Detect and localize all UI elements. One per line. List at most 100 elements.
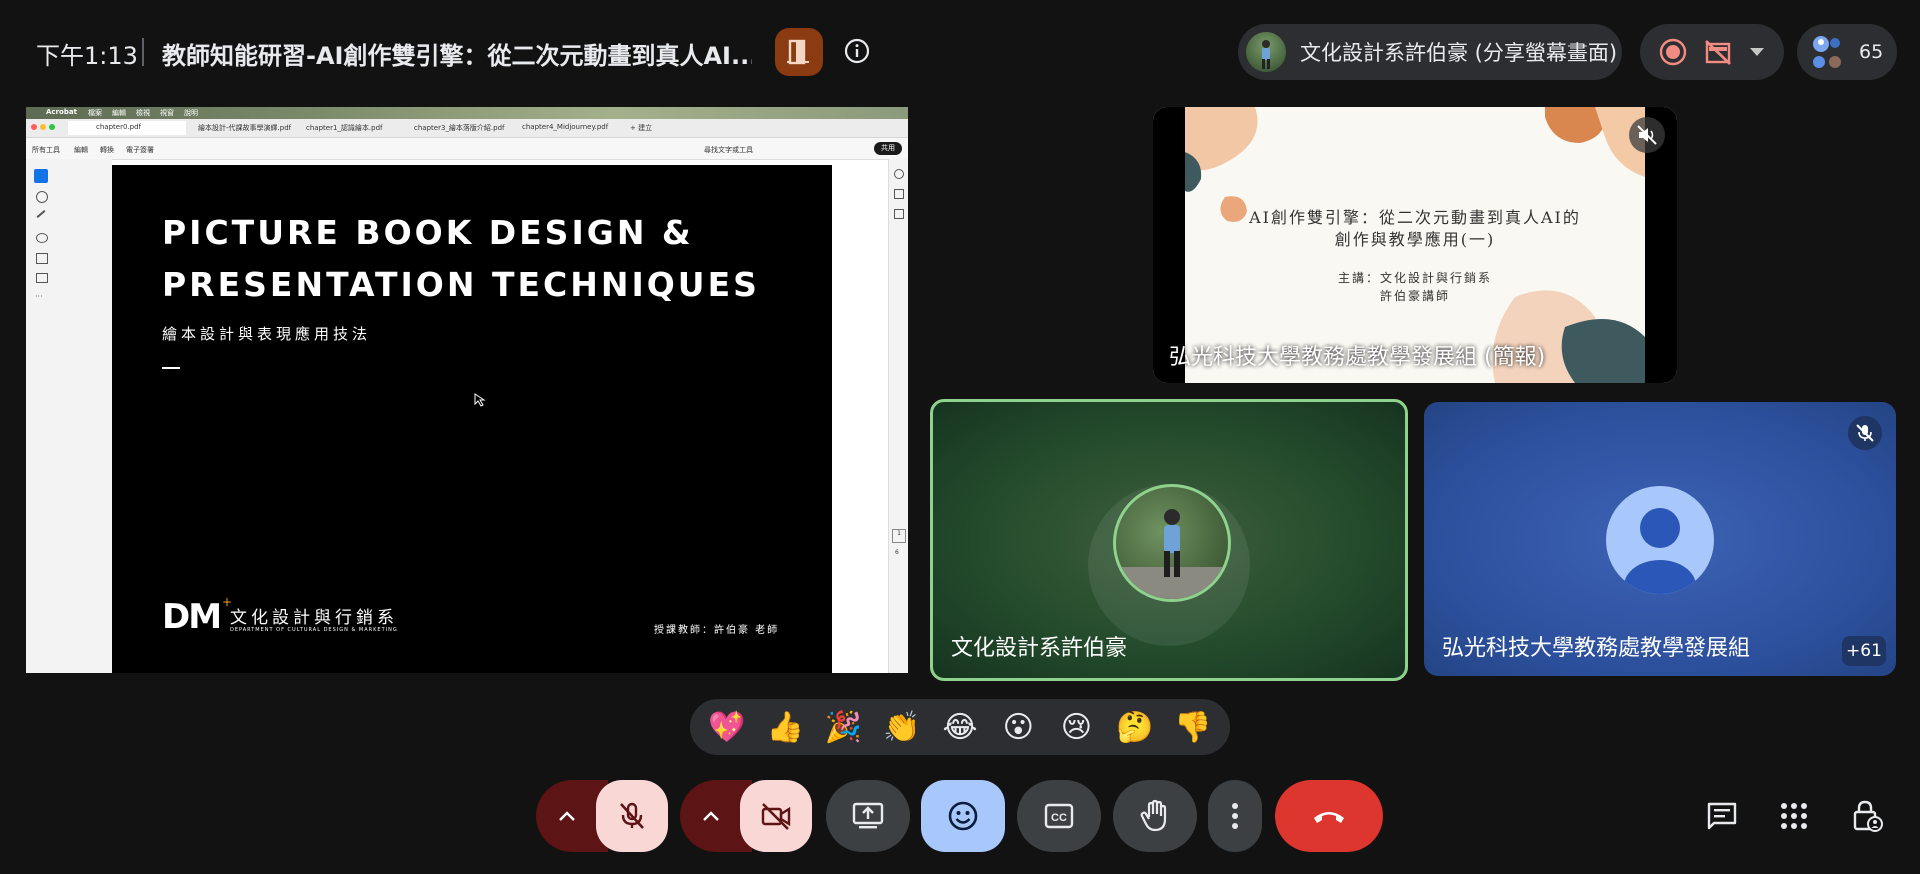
- slide-title-line2: PRESENTATION TECHNIQUES: [162, 265, 760, 304]
- more-vertical-icon: [1232, 803, 1238, 829]
- hang-up-icon: [1314, 812, 1344, 823]
- reaction-laugh[interactable]: 😂: [934, 701, 986, 753]
- reaction-sparkling-heart[interactable]: 💖: [701, 701, 753, 753]
- slide-subtitle: 繪本設計與表現應用技法: [162, 325, 372, 343]
- menubar-item: 說明: [184, 109, 198, 117]
- apps-grid-icon: [1781, 803, 1807, 829]
- department-name: 文化設計與行銷系: [230, 608, 398, 628]
- reaction-thumbs-up[interactable]: 👍: [759, 701, 811, 753]
- person-placeholder-icon: [1624, 508, 1696, 594]
- people-button[interactable]: 65: [1797, 24, 1897, 80]
- department-logo: DM: [162, 597, 222, 637]
- share-button: 共用: [874, 142, 902, 155]
- raise-hand-icon: [1140, 799, 1167, 832]
- tile-label: 弘光科技大學教務處教學發展組: [1442, 636, 1751, 661]
- bookmark-icon: [894, 189, 904, 199]
- breakout-room-button[interactable]: [775, 28, 823, 76]
- tile-label: 文化設計系許伯豪: [951, 636, 1128, 661]
- closed-captions-icon: CC: [1044, 803, 1074, 829]
- reaction-clap[interactable]: 👏: [876, 701, 928, 753]
- toolbar-item: 電子簽署: [126, 146, 154, 154]
- captions-off-icon[interactable]: [1703, 38, 1733, 66]
- recording-icon[interactable]: [1658, 37, 1688, 67]
- reactions-button[interactable]: [921, 780, 1005, 852]
- leave-call-button[interactable]: [1275, 780, 1383, 852]
- new-tab: + 建立: [630, 124, 653, 132]
- svg-text:CC: CC: [1051, 812, 1067, 824]
- reaction-thumbs-down[interactable]: 👎: [1167, 701, 1219, 753]
- acrobat-right-rail: 1 6: [888, 159, 908, 673]
- group-avatar: [1606, 486, 1714, 594]
- person-photo-icon: [1116, 509, 1228, 599]
- host-controls-button[interactable]: [1842, 790, 1892, 842]
- chevron-up-icon: [559, 811, 575, 821]
- pen-tool-icon: [36, 210, 46, 218]
- chat-button[interactable]: [1698, 790, 1746, 842]
- pdf-tab-bar: chapter0.pdf 繪本設計-代課故事學演繹.pdf chapter1_認…: [26, 119, 908, 138]
- window-zoom-dot: [49, 124, 55, 130]
- meeting-info-button[interactable]: [842, 36, 872, 66]
- door-icon: [787, 39, 809, 65]
- present-screen-icon: [852, 802, 884, 829]
- mic-off-icon: [620, 802, 644, 829]
- more-options-button[interactable]: [1208, 780, 1262, 852]
- reaction-surprised[interactable]: 😮: [992, 701, 1044, 753]
- page-number-total: 6: [895, 549, 899, 556]
- slide-tile-title-line1: AI創作雙引擎：從二次元動畫到真人AI的: [1249, 208, 1581, 227]
- participant-tile-presentation[interactable]: AI創作雙引擎：從二次元動畫到真人AI的 創作與教學應用(一) 主講：文化設計與…: [1153, 107, 1677, 383]
- slide-tile-speaker: 主講：文化設計與行銷系 許伯豪講師: [1153, 269, 1677, 305]
- volume-off-icon: [1637, 125, 1657, 145]
- camera-off-icon: [761, 803, 791, 830]
- window-close-dot: [31, 124, 37, 130]
- menubar-item: 視窗: [160, 109, 174, 117]
- muted-indicator: [1848, 416, 1882, 450]
- pdf-tab: chapter1_認識繪本.pdf: [306, 124, 383, 132]
- mac-menubar: Acrobat 檔案 編輯 檢視 視窗 說明: [26, 107, 908, 119]
- participant-tile-presenter[interactable]: 文化設計系許伯豪: [930, 399, 1408, 681]
- slide-tile-speaker-line1: 主講：文化設計與行銷系: [1337, 271, 1492, 285]
- reaction-thinking[interactable]: 🤔: [1109, 701, 1161, 753]
- reaction-party[interactable]: 🎉: [818, 701, 870, 753]
- presenter-pill[interactable]: 文化設計系許伯豪 (分享螢幕畫面): [1238, 24, 1622, 80]
- zoom-tool-icon: [36, 191, 48, 203]
- chevron-down-icon[interactable]: [1748, 46, 1766, 58]
- activities-button[interactable]: [1770, 790, 1818, 842]
- slide-title: PICTURE BOOK DESIGN & PRESENTATION TECHN…: [162, 207, 760, 311]
- presenter-tile-avatar: [1113, 484, 1231, 602]
- acrobat-toolbar: 所有工具 編輯 轉換 電子簽署 尋找文字或工具 共用: [26, 138, 908, 160]
- window-minimize-dot: [40, 124, 46, 130]
- reaction-bar: 💖 👍 🎉 👏 😂 😮 😢 🤔 👎: [690, 699, 1230, 755]
- raise-hand-button[interactable]: [1113, 780, 1197, 852]
- people-avatars-icon: [1813, 36, 1841, 68]
- chat-icon: [1707, 802, 1737, 830]
- sign-tool-icon: [36, 273, 48, 283]
- person-photo-icon: [1262, 40, 1270, 69]
- camera-toggle-button[interactable]: [740, 780, 812, 852]
- presenter-name: 文化設計系許伯豪 (分享螢幕畫面): [1300, 41, 1618, 65]
- menubar-item: 檔案: [88, 109, 102, 117]
- toolbar-item: 轉換: [100, 146, 114, 154]
- pdf-tab: 繪本設計-代課故事學演繹.pdf: [198, 124, 292, 132]
- comment-icon: [894, 169, 904, 179]
- slide-tile-title: AI創作雙引擎：從二次元動畫到真人AI的 創作與教學應用(一): [1153, 207, 1677, 251]
- chevron-up-icon: [703, 811, 719, 821]
- mic-toggle-button[interactable]: [596, 780, 668, 852]
- recording-controls[interactable]: [1640, 24, 1784, 80]
- tile-label: 弘光科技大學教務處教學發展組 (簡報): [1169, 345, 1546, 370]
- emoji-icon: [948, 801, 978, 831]
- slide-tile-title-line2: 創作與教學應用(一): [1334, 230, 1496, 249]
- cursor-icon: [474, 393, 486, 407]
- muted-indicator: [1629, 117, 1665, 153]
- pdf-tab: chapter4_Midjourney.pdf: [522, 123, 609, 131]
- menubar-item: 編輯: [112, 109, 126, 117]
- present-screen-button[interactable]: [826, 780, 910, 852]
- participant-tile-group[interactable]: 弘光科技大學教務處教學發展組 +61: [1424, 402, 1896, 676]
- pdf-tab: chapter0.pdf: [96, 123, 141, 131]
- captions-button[interactable]: CC: [1017, 780, 1101, 852]
- pages-icon: [894, 209, 904, 219]
- slide-tile-speaker-line2: 許伯豪講師: [1379, 289, 1450, 303]
- reaction-sad[interactable]: 😢: [1050, 701, 1102, 753]
- shared-screen: Acrobat 檔案 編輯 檢視 視窗 說明 chapter0.pdf 繪本設計…: [26, 107, 908, 673]
- pdf-slide: PICTURE BOOK DESIGN & PRESENTATION TECHN…: [112, 165, 832, 673]
- acrobat-left-rail: ···: [26, 159, 112, 673]
